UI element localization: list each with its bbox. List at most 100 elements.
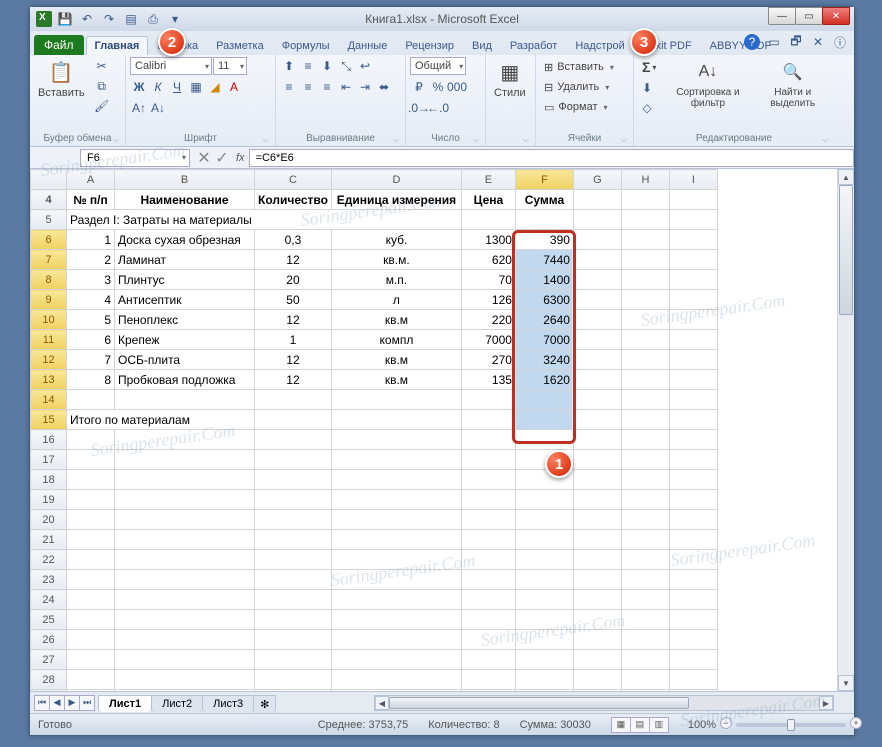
cell-D12[interactable]: кв.м <box>331 350 461 370</box>
percent-icon[interactable]: % <box>429 78 447 96</box>
doc-close-icon[interactable]: ✕ <box>810 34 826 50</box>
wrap-text-icon[interactable]: ↩ <box>356 57 374 75</box>
underline-icon[interactable]: Ч <box>168 78 186 96</box>
tab-formulas[interactable]: Формулы <box>273 36 339 55</box>
name-box[interactable]: F6 <box>80 149 190 167</box>
cell-D10[interactable]: кв.м <box>331 310 461 330</box>
grow-font-icon[interactable]: A↑ <box>130 99 148 117</box>
cell-C12[interactable]: 12 <box>255 350 332 370</box>
view-normal-icon[interactable]: ▦ <box>611 717 631 733</box>
border-icon[interactable]: ▦ <box>187 78 205 96</box>
zoom-out-icon[interactable]: − <box>720 717 732 729</box>
sheet-nav-first-icon[interactable]: ⏮ <box>34 695 50 711</box>
cell-D6[interactable]: куб. <box>331 230 461 250</box>
cell-C11[interactable]: 1 <box>255 330 332 350</box>
cell-A12[interactable]: 7 <box>67 350 115 370</box>
row-header-28[interactable]: 28 <box>31 670 67 690</box>
align-bottom-icon[interactable]: ⬇ <box>318 57 336 75</box>
row-header-25[interactable]: 25 <box>31 610 67 630</box>
cell-D11[interactable]: компл <box>331 330 461 350</box>
col-header-B[interactable]: B <box>115 170 255 190</box>
cell-D4[interactable]: Единица измерения <box>331 190 461 210</box>
col-header-H[interactable]: H <box>621 170 669 190</box>
align-right-icon[interactable]: ≡ <box>318 78 336 96</box>
qat-btn-5[interactable]: ⎙ <box>144 10 162 28</box>
comma-icon[interactable]: 000 <box>448 78 466 96</box>
cut-icon[interactable]: ✂ <box>93 57 111 75</box>
indent-dec-icon[interactable]: ⇤ <box>337 78 355 96</box>
cell-B13[interactable]: Пробковая подложка <box>115 370 255 390</box>
cancel-formula-icon[interactable]: ✕ <box>196 148 212 168</box>
row-header-17[interactable]: 17 <box>31 450 67 470</box>
cell-B4[interactable]: Наименование <box>115 190 255 210</box>
row-header-20[interactable]: 20 <box>31 510 67 530</box>
row-header-4[interactable]: 4 <box>31 190 67 210</box>
cell-D13[interactable]: кв.м <box>331 370 461 390</box>
zoom-percent[interactable]: 100% <box>688 719 716 731</box>
cell-B9[interactable]: Антисептик <box>115 290 255 310</box>
view-layout-icon[interactable]: ▤ <box>630 717 650 733</box>
minimize-button[interactable]: — <box>768 7 796 25</box>
qat-save-icon[interactable]: 💾 <box>56 10 74 28</box>
clear-icon[interactable]: ◇ <box>638 99 656 117</box>
scroll-left-icon[interactable]: ◀ <box>375 696 389 710</box>
cell-E11[interactable]: 7000 <box>461 330 515 350</box>
align-center-icon[interactable]: ≡ <box>299 78 317 96</box>
fx-icon[interactable]: fx <box>234 152 249 164</box>
row-header-7[interactable]: 7 <box>31 250 67 270</box>
cell-E12[interactable]: 270 <box>461 350 515 370</box>
col-header-A[interactable]: A <box>67 170 115 190</box>
cell-E8[interactable]: 70 <box>461 270 515 290</box>
row-header-27[interactable]: 27 <box>31 650 67 670</box>
worksheet-area[interactable]: ABCDEFGHI4№ п/пНаименованиеКоличествоЕди… <box>30 169 854 691</box>
cell-C9[interactable]: 50 <box>255 290 332 310</box>
cell-C13[interactable]: 12 <box>255 370 332 390</box>
row-header-10[interactable]: 10 <box>31 310 67 330</box>
cell-F11[interactable]: 7000 <box>515 330 573 350</box>
font-name-combo[interactable]: Calibri <box>130 57 212 75</box>
indent-inc-icon[interactable]: ⇥ <box>356 78 374 96</box>
cell-A7[interactable]: 2 <box>67 250 115 270</box>
cell-E13[interactable]: 135 <box>461 370 515 390</box>
row-header-26[interactable]: 26 <box>31 630 67 650</box>
col-header-F[interactable]: F <box>515 170 573 190</box>
cell-B7[interactable]: Ламинат <box>115 250 255 270</box>
cells-format-button[interactable]: ▭Формат <box>540 97 612 117</box>
row-header-11[interactable]: 11 <box>31 330 67 350</box>
font-size-combo[interactable]: 11 <box>213 57 247 75</box>
tab-file[interactable]: Файл <box>34 35 84 55</box>
zoom-slider[interactable]: − + <box>736 723 846 727</box>
tab-home[interactable]: Главная <box>86 36 149 55</box>
cell-E9[interactable]: 126 <box>461 290 515 310</box>
cell-D7[interactable]: кв.м. <box>331 250 461 270</box>
sheet-tab-3[interactable]: Лист3 <box>202 695 254 712</box>
row-header-24[interactable]: 24 <box>31 590 67 610</box>
fill-icon[interactable]: ⬇ <box>638 79 656 97</box>
cell-F7[interactable]: 7440 <box>515 250 573 270</box>
ribbon-minimize-icon[interactable]: ▭ <box>766 34 782 50</box>
maximize-button[interactable]: ▭ <box>795 7 823 25</box>
zoom-thumb[interactable] <box>787 719 795 731</box>
dec-decimal-icon[interactable]: ←.0 <box>429 99 447 117</box>
cell-D9[interactable]: л <box>331 290 461 310</box>
cell-A8[interactable]: 3 <box>67 270 115 290</box>
help-icon[interactable]: ? <box>744 34 760 50</box>
cell-F12[interactable]: 3240 <box>515 350 573 370</box>
sheet-nav-next-icon[interactable]: ▶ <box>64 695 80 711</box>
col-header-D[interactable]: D <box>331 170 461 190</box>
row-header-23[interactable]: 23 <box>31 570 67 590</box>
font-color-icon[interactable]: A <box>225 78 243 96</box>
cell-A6[interactable]: 1 <box>67 230 115 250</box>
styles-button[interactable]: ▦ Стили <box>490 57 530 101</box>
tab-view[interactable]: Вид <box>463 36 501 55</box>
cell-E7[interactable]: 620 <box>461 250 515 270</box>
select-all-cell[interactable] <box>31 170 67 190</box>
scroll-up-icon[interactable]: ▲ <box>838 169 854 185</box>
cell-B8[interactable]: Плинтус <box>115 270 255 290</box>
horizontal-scrollbar[interactable]: ◀ ▶ <box>374 695 834 711</box>
cell-F4[interactable]: Сумма <box>515 190 573 210</box>
tab-addins[interactable]: Надстрой <box>566 36 633 55</box>
tab-layout[interactable]: Разметка <box>207 36 273 55</box>
copy-icon[interactable]: ⧉ <box>93 77 111 95</box>
row-header-19[interactable]: 19 <box>31 490 67 510</box>
